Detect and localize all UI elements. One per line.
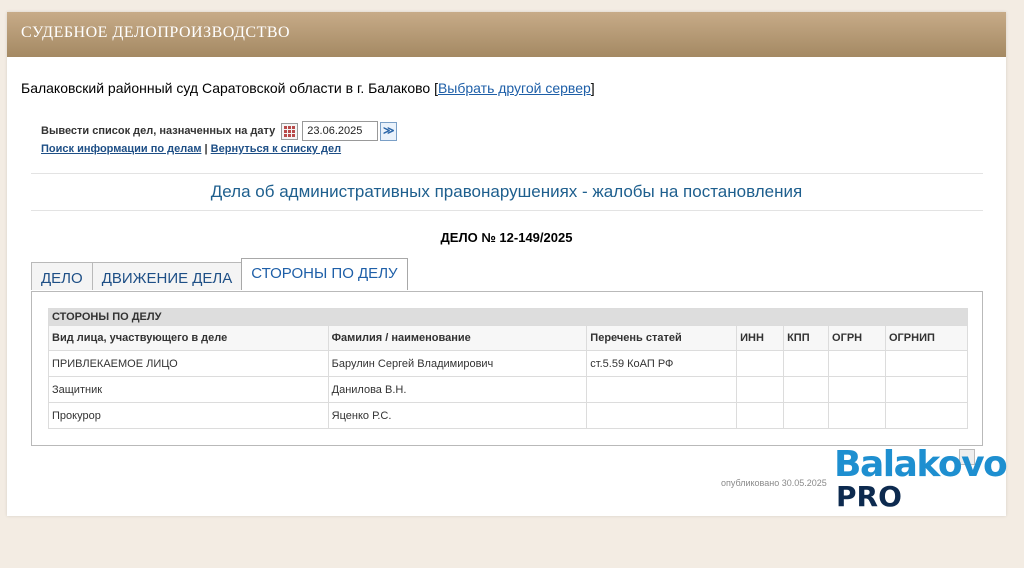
back-to-list-link[interactable]: Вернуться к списку дел: [211, 143, 341, 155]
table-row: ПРИВЛЕКАЕМОЕ ЛИЦО Барулин Сергей Владими…: [48, 350, 968, 377]
table-cell: [885, 350, 968, 377]
column-header: КПП: [783, 325, 830, 351]
divider-bottom: [31, 210, 983, 211]
tab-panel: СТОРОНЫ ПО ДЕЛУ Вид лица, участвующего в…: [31, 291, 983, 446]
table-cell: [828, 402, 886, 429]
column-header: ОГРН: [828, 325, 886, 351]
bracket-close: ]: [590, 80, 595, 96]
divider-top: [31, 173, 983, 174]
choose-server-link[interactable]: Выбрать другой сервер: [438, 80, 591, 96]
links-separator: |: [201, 143, 211, 155]
table-cell: ст.5.59 КоАП РФ: [586, 350, 738, 377]
column-header: Вид лица, участвующего в деле: [48, 325, 329, 351]
table-cell: [885, 402, 968, 429]
column-header: Фамилия / наименование: [327, 325, 588, 351]
table-caption-row: СТОРОНЫ ПО ДЕЛУ: [48, 308, 968, 326]
search-cases-link[interactable]: Поиск информации по делам: [41, 143, 201, 155]
logo-text-top: Balakovo: [834, 444, 1008, 485]
calendar-icon[interactable]: [281, 122, 299, 140]
table-row: Защитник Данилова В.Н.: [48, 376, 968, 403]
table-cell: [736, 376, 785, 403]
tab-case-movement[interactable]: ДВИЖЕНИЕ ДЕЛА: [91, 262, 243, 290]
table-cell: ПРИВЛЕКАЕМОЕ ЛИЦО: [48, 350, 329, 377]
parties-table: СТОРОНЫ ПО ДЕЛУ Вид лица, участвующего в…: [48, 308, 968, 429]
nav-links: Поиск информации по делам | Вернуться к …: [41, 143, 341, 155]
table-cell: Барулин Сергей Владимирович: [327, 350, 588, 377]
go-button[interactable]: ≫: [380, 121, 398, 141]
table-caption: СТОРОНЫ ПО ДЕЛУ: [48, 308, 968, 326]
table-row: Прокурор Яценко Р.С.: [48, 402, 968, 429]
date-filter: Вывести список дел, назначенных на дату …: [41, 121, 398, 141]
tab-case[interactable]: ДЕЛО: [31, 262, 93, 290]
table-cell: [828, 350, 886, 377]
bracket-open: [: [430, 80, 438, 96]
page-header: СУДЕБНОЕ ДЕЛОПРОИЗВОДСТВО: [7, 12, 1006, 57]
tab-parties[interactable]: СТОРОНЫ ПО ДЕЛУ: [241, 258, 408, 290]
court-line: Балаковский районный суд Саратовской обл…: [21, 80, 595, 96]
table-cell: [885, 376, 968, 403]
table-cell: Данилова В.Н.: [327, 376, 588, 403]
case-tabs: ДЕЛО ДВИЖЕНИЕ ДЕЛА СТОРОНЫ ПО ДЕЛУ: [31, 258, 408, 290]
table-cell: [586, 402, 738, 429]
table-cell: [828, 376, 886, 403]
column-header: ОГРНИП: [885, 325, 968, 351]
date-filter-label: Вывести список дел, назначенных на дату: [41, 125, 276, 137]
section-title: Дела об административных правонарушениях…: [210, 182, 803, 201]
logo-text-bottom: PRO: [836, 480, 902, 513]
balakovo-pro-logo: Balakovo PRO: [834, 444, 1008, 517]
table-cell: [783, 350, 830, 377]
table-cell: Яценко Р.С.: [327, 402, 588, 429]
table-cell: [736, 350, 785, 377]
page-frame: СУДЕБНОЕ ДЕЛОПРОИЗВОДСТВО Балаковский ра…: [7, 12, 1006, 516]
table-cell: [586, 376, 738, 403]
table-cell: [783, 376, 830, 403]
published-date: опубликовано 30.05.2025: [721, 478, 827, 488]
table-cell: Прокурор: [48, 402, 329, 429]
table-cell: [783, 402, 830, 429]
case-number: ДЕЛО № 12-149/2025: [440, 230, 573, 245]
column-header: Перечень статей: [586, 325, 738, 351]
table-cell: [736, 402, 785, 429]
table-cell: Защитник: [48, 376, 329, 403]
date-input[interactable]: [302, 121, 379, 141]
table-header-row: Вид лица, участвующего в деле Фамилия / …: [48, 325, 968, 351]
court-name: Балаковский районный суд Саратовской обл…: [21, 80, 431, 96]
column-header: ИНН: [736, 325, 785, 351]
